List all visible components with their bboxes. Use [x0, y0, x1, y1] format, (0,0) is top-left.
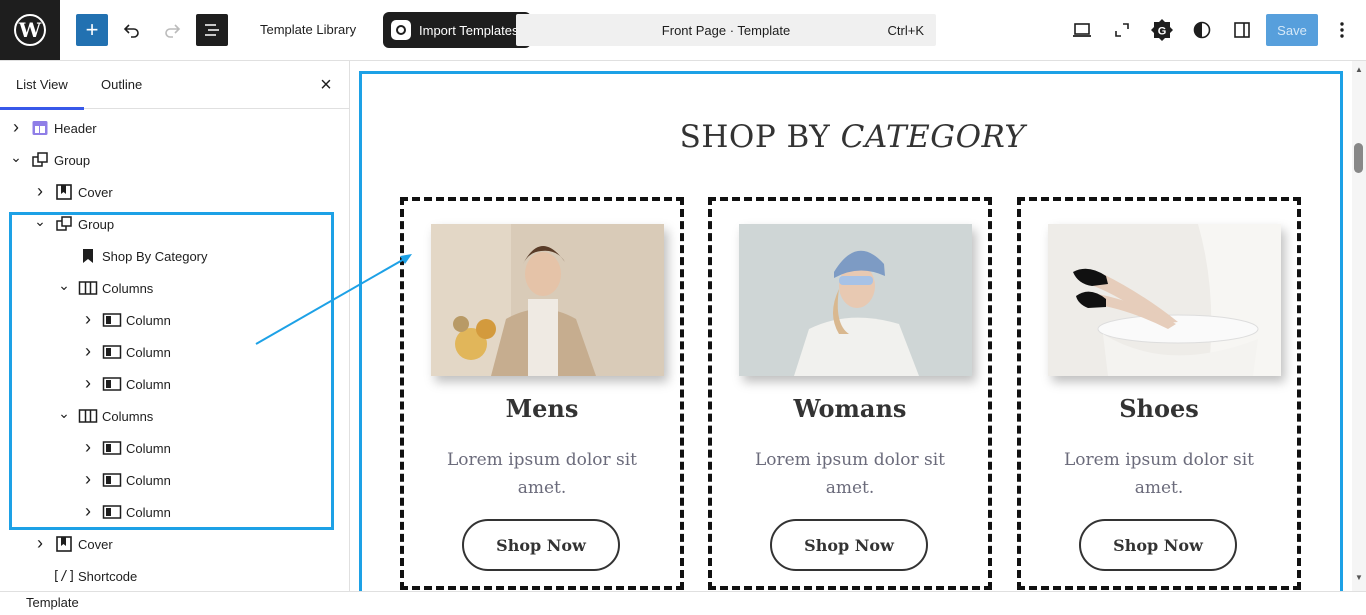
sidebar-tabs: List View Outline × [0, 61, 350, 110]
womans-photo [739, 224, 972, 376]
card-description: Lorem ipsum dolor sit amet. [446, 450, 638, 498]
expand-icon [1115, 23, 1129, 37]
more-vertical-icon [1340, 22, 1344, 38]
tree-item-label: Header [54, 120, 97, 136]
import-templates-button[interactable]: Import Templates [383, 12, 531, 48]
wordpress-icon: W [14, 14, 46, 46]
tree-item-shortcode[interactable]: [/] Shortcode [0, 560, 350, 592]
undo-icon [123, 24, 139, 38]
wordpress-logo-button[interactable]: W [0, 0, 60, 60]
chevron-right-icon[interactable]: › [32, 181, 48, 201]
tree-item-header[interactable]: › Header [0, 112, 350, 144]
scroll-down-arrow-icon[interactable]: ▼ [1355, 573, 1363, 582]
editor-canvas[interactable]: SHOP BY CATEGORY Mens Lorem ipsum dolor … [351, 61, 1366, 591]
tab-list-view[interactable]: List View [0, 77, 84, 110]
template-library-link[interactable]: Template Library [260, 22, 356, 37]
scrollbar-thumb[interactable] [1354, 143, 1363, 173]
settings-sidebar-button[interactable] [1226, 14, 1258, 46]
tree-item-label: Group [54, 152, 91, 168]
plugin-settings-button[interactable]: G [1146, 14, 1178, 46]
document-overview-button[interactable] [196, 14, 228, 46]
options-menu-button[interactable] [1326, 14, 1358, 46]
heading-plain-text: SHOP BY [679, 119, 841, 155]
laptop-icon [1073, 23, 1091, 37]
scroll-up-arrow-icon[interactable]: ▲ [1355, 65, 1363, 74]
close-icon[interactable]: × [314, 73, 338, 97]
card-description: Lorem ipsum dolor sit amet. [1063, 450, 1255, 498]
undo-button[interactable] [116, 14, 148, 46]
tree-item-label: Shortcode [78, 568, 138, 584]
card-description: Lorem ipsum dolor sit amet. [754, 450, 946, 498]
chevron-down-icon[interactable]: ⌄ [8, 149, 24, 165]
card-title: Mens [505, 394, 579, 423]
styles-button[interactable] [1186, 14, 1218, 46]
chevron-right-icon[interactable]: › [8, 117, 24, 137]
tree-item-label: Cover [78, 184, 113, 200]
selection-highlight-box [9, 212, 334, 530]
import-templates-label: Import Templates [419, 22, 519, 38]
fullscreen-button[interactable] [1106, 14, 1138, 46]
block-inserter-button[interactable]: + [76, 14, 108, 46]
cover-icon [54, 534, 74, 554]
shoes-photo [1048, 224, 1281, 376]
shortcode-icon: [/] [52, 568, 76, 584]
category-card-shoes[interactable]: Shoes Lorem ipsum dolor sit amet. Shop N… [1017, 197, 1301, 590]
contrast-icon [1193, 21, 1211, 39]
svg-text:G: G [1158, 26, 1167, 38]
tree-item-cover[interactable]: › Cover [0, 176, 350, 208]
canvas-scrollbar[interactable] [1352, 61, 1366, 591]
cover-icon [54, 182, 74, 202]
shop-now-button[interactable]: Shop Now [462, 519, 620, 571]
shop-now-button[interactable]: Shop Now [770, 519, 928, 571]
heading-italic-text: CATEGORY [840, 119, 1026, 155]
tree-item-label: Cover [78, 536, 113, 552]
list-view-sidebar: List View Outline × › Header ⌄ Group › Cover ⌄… [0, 61, 350, 591]
list-view-icon [205, 24, 219, 36]
section-heading[interactable]: SHOP BY CATEGORY [351, 119, 1354, 155]
shop-now-button[interactable]: Shop Now [1079, 519, 1237, 571]
document-title: Front Page · Template [661, 22, 791, 38]
gear-g-icon: G [1151, 19, 1173, 41]
redo-button[interactable] [156, 14, 188, 46]
category-card-mens[interactable]: Mens Lorem ipsum dolor sit amet. Shop No… [400, 197, 684, 590]
sidebar-toggle-icon [1234, 22, 1250, 38]
plus-icon: + [85, 17, 99, 42]
save-button[interactable]: Save [1266, 14, 1318, 46]
chevron-right-icon[interactable]: › [32, 533, 48, 553]
mens-photo [431, 224, 664, 376]
command-palette-bar[interactable]: Front Page · Template Ctrl+K [516, 14, 936, 46]
card-title: Shoes [1119, 394, 1199, 423]
tree-item-group[interactable]: ⌄ Group [0, 144, 350, 176]
group-icon [30, 150, 50, 170]
redo-icon [165, 24, 181, 38]
editor-top-bar: W + Template Library Import Templates Fr… [0, 0, 1366, 61]
import-templates-icon [391, 20, 411, 40]
tree-item-cover[interactable]: › Cover [0, 528, 350, 560]
keyboard-shortcut: Ctrl+K [887, 22, 924, 38]
template-part-icon [30, 118, 50, 138]
block-breadcrumb-bar: Template [0, 591, 1366, 615]
device-preview-button[interactable] [1066, 14, 1098, 46]
category-card-womans[interactable]: Womans Lorem ipsum dolor sit amet. Shop … [708, 197, 992, 590]
tab-outline[interactable]: Outline [101, 77, 142, 92]
card-title: Womans [793, 394, 907, 423]
breadcrumb-template[interactable]: Template [26, 595, 79, 610]
